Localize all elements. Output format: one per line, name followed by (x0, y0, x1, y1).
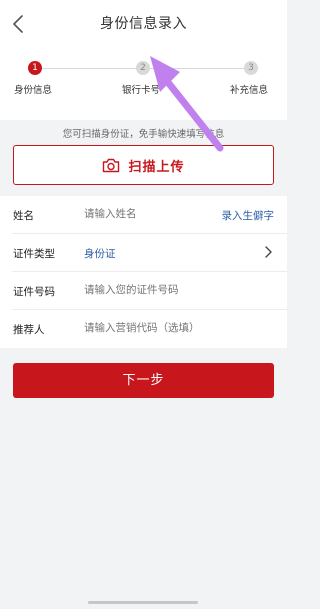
identity-form: 姓名 录入生僻字 证件类型 身份证 证件号码 推荐人 (0, 196, 287, 348)
id-type-row[interactable]: 证件类型 身份证 (0, 234, 287, 272)
camera-icon (103, 158, 120, 172)
step-3-indicator: 3 (244, 61, 258, 75)
page-title: 身份信息录入 (100, 16, 187, 32)
name-input[interactable] (84, 208, 209, 220)
referrer-label: 推荐人 (13, 324, 45, 336)
scan-upload-label: 扫描上传 (128, 159, 185, 175)
id-type-value: 身份证 (84, 248, 116, 260)
rare-character-link[interactable]: 录入生僻字 (222, 208, 275, 223)
name-label: 姓名 (13, 210, 34, 222)
step-connector (150, 68, 244, 69)
id-number-row: 证件号码 (0, 272, 287, 310)
step-2-label: 银行卡号 (122, 85, 161, 96)
step-progress: 1 2 3 身份信息 银行卡号 补充信息 (0, 58, 287, 108)
step-3-label: 补充信息 (230, 85, 269, 96)
next-step-button[interactable]: 下一步 (13, 363, 274, 398)
id-number-input[interactable] (84, 284, 264, 296)
id-number-label: 证件号码 (13, 286, 55, 298)
step-1-label: 身份信息 (14, 85, 53, 96)
header-panel: 身份信息录入 1 2 3 身份信息 银行卡号 补充信息 (0, 0, 287, 120)
name-row: 姓名 录入生僻字 (0, 196, 287, 234)
chevron-right-icon (265, 246, 272, 258)
scan-upload-button[interactable]: 扫描上传 (13, 145, 274, 185)
id-type-label: 证件类型 (13, 248, 55, 260)
step-2-indicator: 2 (136, 61, 150, 75)
referrer-input[interactable] (84, 322, 269, 334)
step-1-indicator: 1 (28, 61, 42, 75)
home-indicator (88, 601, 198, 604)
scan-hint-text: 您可扫描身份证，免手输快速填写信息 (62, 129, 225, 140)
step-connector (42, 68, 136, 69)
referrer-row: 推荐人 (0, 310, 287, 348)
